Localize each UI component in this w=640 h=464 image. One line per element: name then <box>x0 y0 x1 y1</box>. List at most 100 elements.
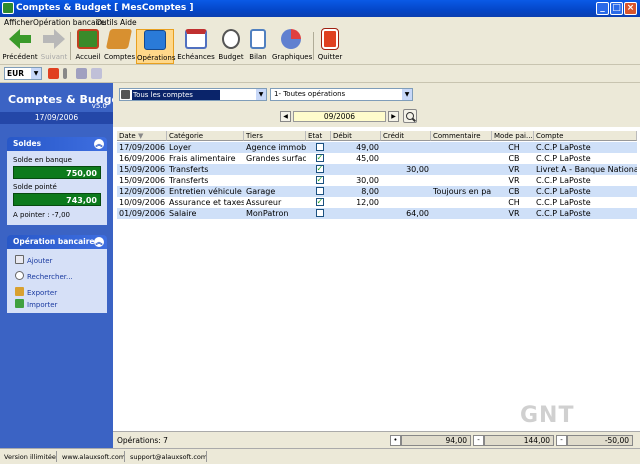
cell-debit: 49,00 <box>356 143 379 152</box>
account-select[interactable]: Tous les comptes ▼ <box>119 88 267 101</box>
etat-checkbox[interactable] <box>315 164 324 174</box>
chevron-down-icon: ▼ <box>31 68 41 79</box>
etat-checkbox[interactable] <box>315 143 324 151</box>
power-small-icon[interactable] <box>48 68 59 79</box>
cell-tiers: MonPatron <box>246 209 289 218</box>
pie-chart-icon <box>281 29 301 49</box>
cell-debit <box>331 164 381 175</box>
cell-date: 17/09/2006 <box>119 143 166 152</box>
cell-etat <box>306 197 331 208</box>
col-header-tiers[interactable]: Tiers <box>244 131 306 141</box>
cell-debit <box>331 208 381 219</box>
cell-etat <box>306 208 331 219</box>
cell-comment <box>431 153 492 164</box>
toolbar-quitter[interactable]: Quitter <box>317 28 343 64</box>
next-month-button[interactable]: ▶ <box>388 111 399 122</box>
rechercher-link[interactable]: Rechercher... <box>15 271 73 281</box>
table-row[interactable]: 12/09/2006 Entretien véhicule Garage 8,00 To… <box>117 186 637 197</box>
toolbar-comptes[interactable]: Comptes <box>104 29 135 64</box>
status-support-email[interactable]: support@alauxsoft.com <box>130 450 207 464</box>
cell-comment <box>431 164 492 175</box>
cell-cat: Transferts <box>169 165 209 174</box>
menu-aide[interactable]: Aide <box>120 18 137 27</box>
col-header-mode[interactable]: Mode pai... <box>492 131 534 141</box>
exporter-link[interactable]: Exporter <box>15 287 57 297</box>
etat-checkbox[interactable] <box>315 187 324 195</box>
watermark-logo: GNT <box>520 403 575 428</box>
currency-select[interactable]: EUR ▼ <box>4 67 42 80</box>
toolbar-precedent[interactable]: Précédent <box>2 29 38 64</box>
cell-mode: CB <box>508 187 520 196</box>
table-row[interactable]: 15/09/2006Transferts 30,00 VR C.C.P LaPoste <box>117 175 637 186</box>
toolbar-graphiques[interactable]: Graphiques <box>272 29 312 64</box>
maximize-button[interactable]: □ <box>610 2 623 15</box>
search-icon <box>15 271 24 280</box>
cell-comment: Toujours en pa <box>433 187 492 196</box>
print-icon[interactable] <box>76 68 87 79</box>
col-header-categorie[interactable]: Catégorie <box>167 131 244 141</box>
total-debit: -144,00 <box>473 435 554 446</box>
table-row[interactable]: 16/09/2006 Frais alimentaire Grandes surfa… <box>117 153 637 164</box>
cell-date: 10/09/2006 <box>119 198 166 207</box>
toolbar-suivant[interactable]: Suivant <box>40 29 68 64</box>
cell-comment <box>431 208 492 219</box>
sidebar-version: v5.0 <box>91 102 107 110</box>
toolbar-operations[interactable]: Opérations <box>136 29 175 64</box>
power-icon <box>321 28 339 50</box>
menu-operation-bancaire[interactable]: Opération bancaire <box>33 18 105 27</box>
cell-etat <box>306 186 331 197</box>
menu-afficher[interactable]: Afficher <box>4 18 33 27</box>
cell-compte: C.C.P LaPoste <box>536 198 591 207</box>
secondary-toolbar: EUR ▼ <box>0 65 640 83</box>
toolbar-bilan[interactable]: Bilan <box>247 29 269 64</box>
col-header-date[interactable]: Date ▼ <box>117 131 167 141</box>
cell-etat <box>306 164 331 175</box>
minimize-button[interactable]: _ <box>596 2 609 15</box>
toolbar-accueil[interactable]: Accueil <box>74 29 102 64</box>
comment-icon[interactable] <box>91 68 102 79</box>
col-header-credit[interactable]: Crédit <box>381 131 431 141</box>
solde-pointe-value: 743,00 <box>13 193 101 206</box>
col-header-etat[interactable]: Etat <box>306 131 331 141</box>
col-header-commentaire[interactable]: Commentaire <box>431 131 492 141</box>
operations-filter-select[interactable]: 1- Toutes opérations ▼ <box>270 88 413 101</box>
menu-outils[interactable]: Outils <box>96 18 118 27</box>
ajouter-link[interactable]: Ajouter <box>15 255 52 265</box>
etat-checkbox[interactable] <box>315 153 324 163</box>
cell-debit: 30,00 <box>356 176 379 185</box>
collapse-icon[interactable]: ︽ <box>94 139 104 149</box>
col-header-compte[interactable]: Compte <box>534 131 637 141</box>
a-pointer-text: A pointer : -7,00 <box>13 211 70 219</box>
table-row[interactable]: 15/09/2006Transferts 30,00 VR Livret A - Ba… <box>117 164 637 175</box>
toolbar-budget[interactable]: Budget <box>217 29 245 64</box>
solde-pointe-label: Solde pointé <box>13 183 57 191</box>
search-icon[interactable] <box>403 109 417 123</box>
previous-month-button[interactable]: ◀ <box>280 111 291 122</box>
sidebar-date: 17/09/2006 <box>0 112 113 124</box>
collapse-icon[interactable]: ︽ <box>94 237 104 247</box>
table-row[interactable]: 01/09/2006 Salaire MonPatron 64,00 VR C.C.P L… <box>117 208 637 219</box>
status-website[interactable]: www.alauxsoft.com <box>62 450 125 464</box>
etat-checkbox[interactable] <box>315 209 324 217</box>
export-icon <box>15 287 24 296</box>
cell-tiers: Grandes surfac <box>246 154 306 163</box>
cell-compte: C.C.P LaPoste <box>536 154 591 163</box>
add-icon <box>15 255 24 264</box>
etat-checkbox[interactable] <box>315 197 324 207</box>
cell-date: 15/09/2006 <box>119 165 166 174</box>
importer-link[interactable]: Importer <box>15 299 57 309</box>
soldes-panel-header[interactable]: Soldes ︽ <box>7 137 107 151</box>
back-arrow-icon <box>9 29 31 49</box>
table-row[interactable]: 10/09/2006Assurance et taxes...Assureur 1… <box>117 197 637 208</box>
home-icon <box>77 29 99 49</box>
operation-panel-header[interactable]: Opération bancaire ︽ <box>7 235 107 249</box>
col-header-debit[interactable]: Débit <box>331 131 381 141</box>
month-field[interactable]: 09/2006 <box>293 111 386 122</box>
table-row[interactable]: 17/09/2006 Loyer Agence immob 49,00 CH C.C.P … <box>117 142 637 153</box>
toolbar-echeances[interactable]: Echéances <box>177 29 215 64</box>
cell-cat: Loyer <box>169 143 192 152</box>
cell-compte: C.C.P LaPoste <box>536 187 591 196</box>
cell-tiers: Garage <box>246 187 276 196</box>
close-button[interactable]: × <box>624 2 637 15</box>
etat-checkbox[interactable] <box>315 175 324 185</box>
